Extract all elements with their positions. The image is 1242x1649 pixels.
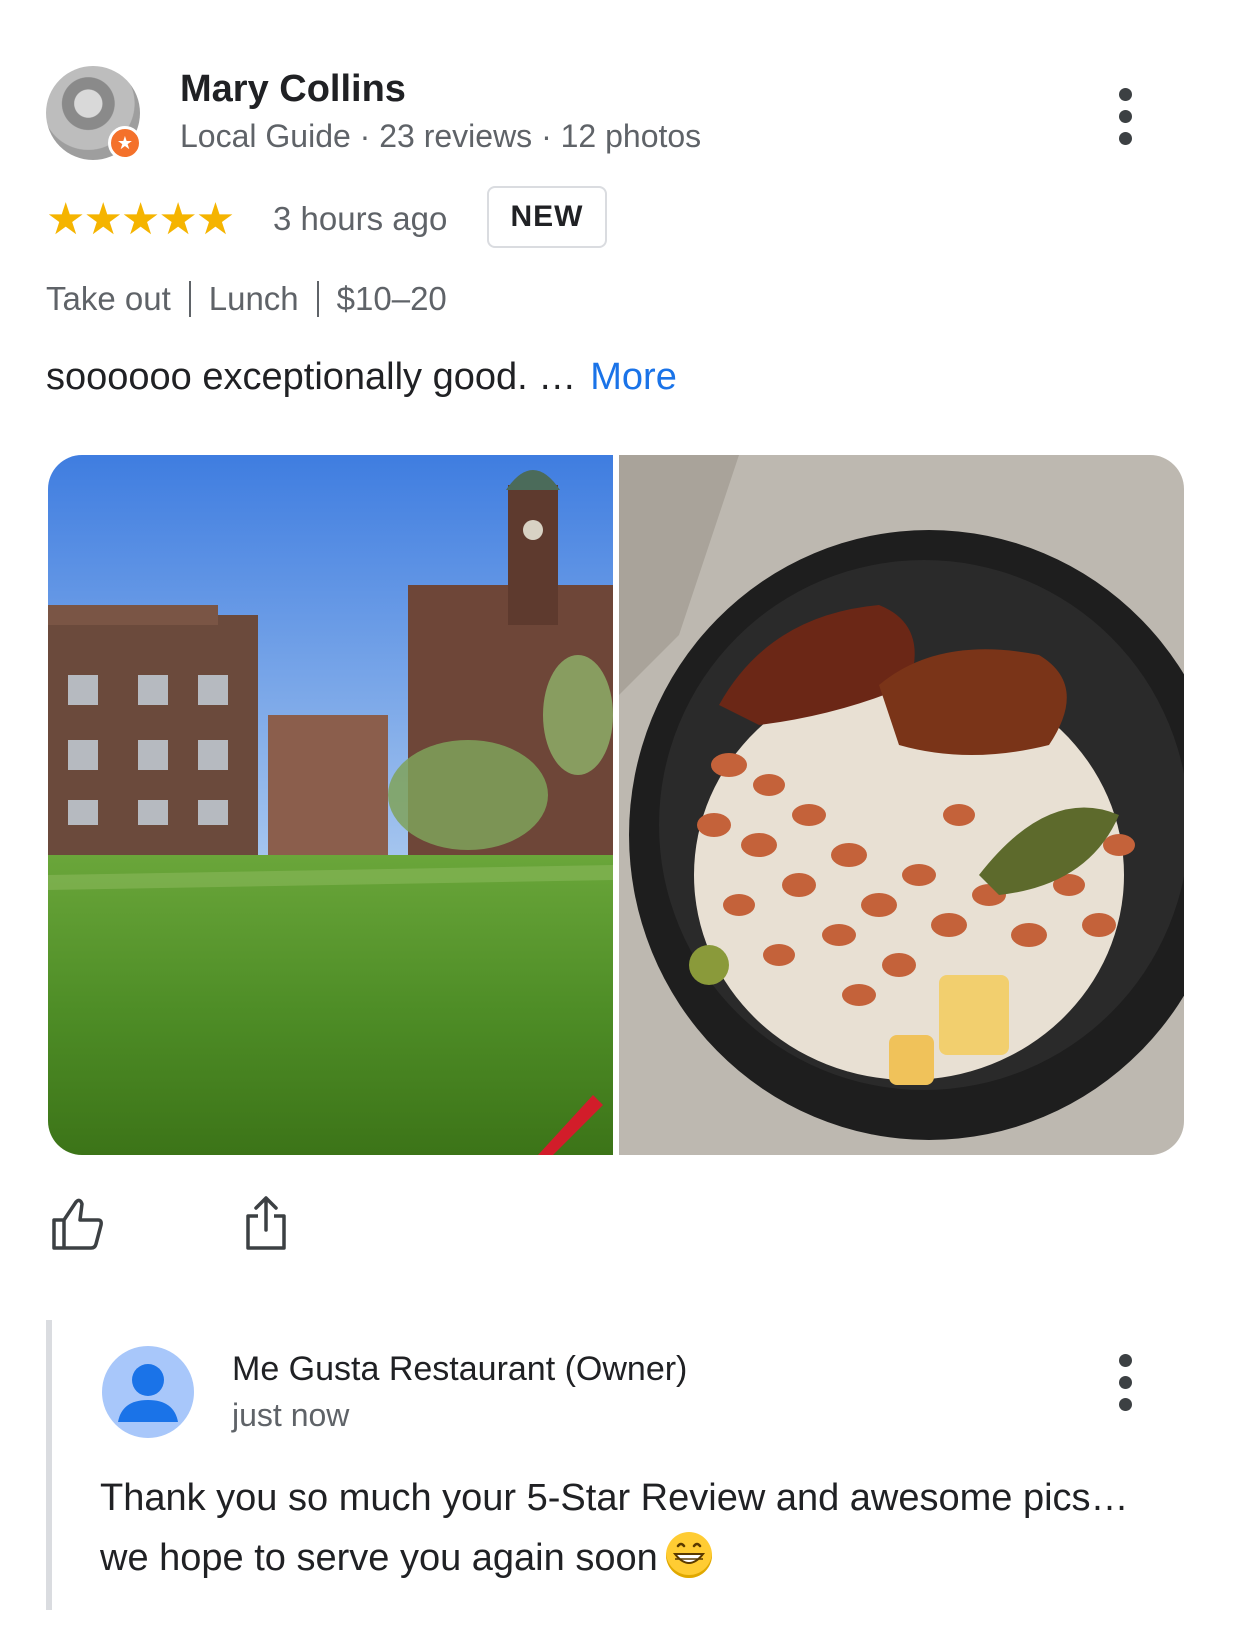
person-icon (118, 1364, 178, 1422)
reviewer-meta: Local Guide · 23 reviews · 12 photos (180, 118, 702, 154)
star-rating: ★★★★★ (46, 195, 235, 244)
photo-grass-buildings-image (48, 455, 613, 1155)
owner-reply-divider (46, 1320, 52, 1610)
thumbs-up-icon[interactable] (50, 1196, 106, 1252)
tag-price: $10–20 (336, 280, 447, 317)
review-more-options-icon[interactable] (1116, 88, 1134, 145)
grinning-face-icon (665, 1532, 712, 1578)
review-photos (48, 455, 1184, 1155)
new-badge: NEW (487, 186, 607, 248)
reviewer-name[interactable]: Mary Collins (180, 68, 406, 111)
tag-divider (188, 281, 191, 317)
share-icon[interactable] (244, 1194, 288, 1252)
tag-divider (316, 281, 319, 317)
review-more-link[interactable]: More (590, 356, 677, 398)
owner-reply-text: Thank you so much your 5-Star Review and… (100, 1468, 1140, 1588)
owner-avatar (102, 1346, 194, 1438)
tag-take-out: Take out (46, 280, 171, 317)
owner-reply-body: Thank you so much your 5-Star Review and… (100, 1477, 1129, 1579)
tag-lunch: Lunch (208, 280, 299, 317)
photo-food-bowl[interactable] (619, 455, 1184, 1155)
local-guide-star-icon: ★ (108, 126, 142, 160)
review-text: soooooo exceptionally good. … More (46, 356, 677, 399)
review-time: 3 hours ago (273, 200, 448, 237)
owner-reply-time: just now (232, 1397, 350, 1433)
photo-food-bowl-image (619, 455, 1184, 1155)
photo-grass-buildings[interactable] (48, 455, 613, 1155)
reply-more-options-icon[interactable] (1116, 1354, 1134, 1411)
owner-name: Me Gusta Restaurant (Owner) (232, 1350, 688, 1388)
review-body: soooooo exceptionally good. … (46, 356, 577, 398)
review-tags: Take out Lunch $10–20 (46, 280, 447, 318)
